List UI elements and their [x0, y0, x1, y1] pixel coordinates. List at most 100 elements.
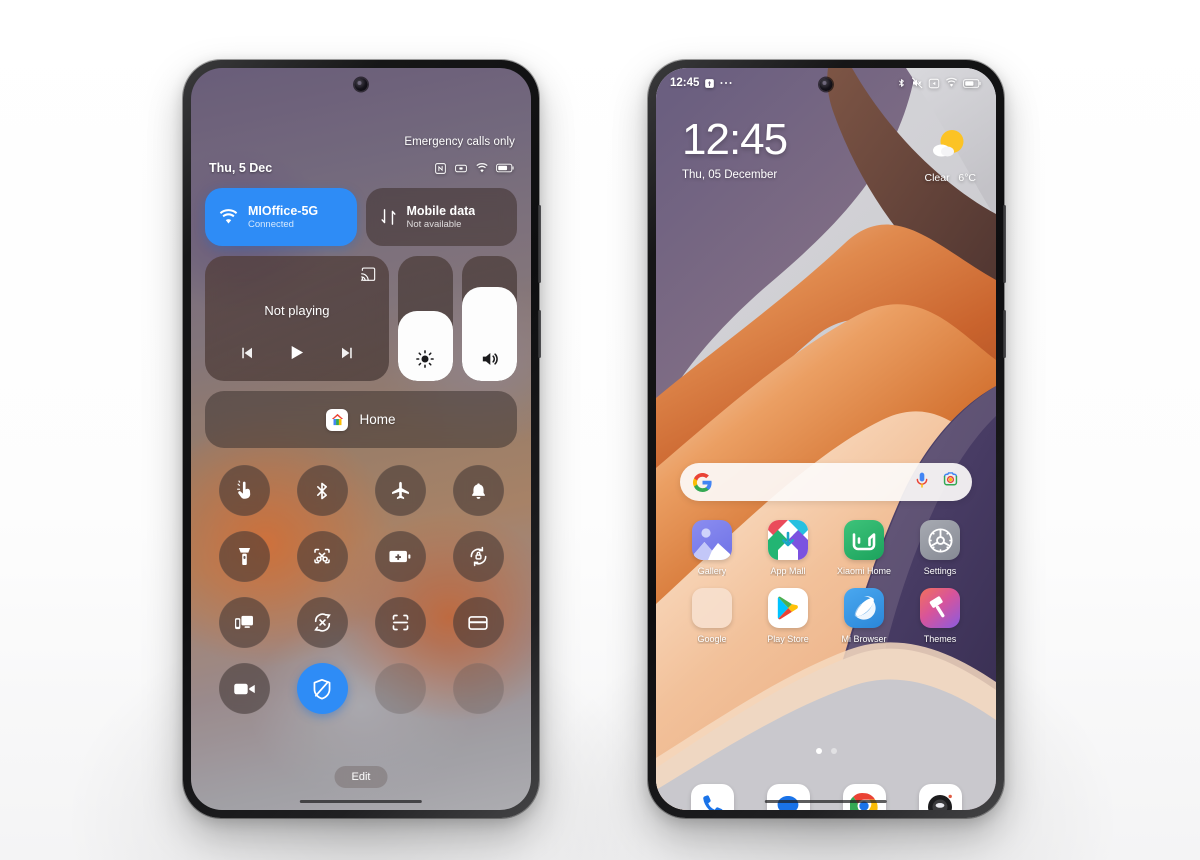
wifi-icon — [476, 162, 488, 172]
page-dot-1[interactable] — [815, 748, 822, 754]
control-center-content: Emergency calls only Thu, 5 Dec MIOffice… — [191, 68, 531, 810]
wallet-icon[interactable] — [452, 597, 504, 648]
app-item-mi-browser[interactable]: Mi Browser — [833, 588, 895, 644]
app-label: Mi Browser — [841, 634, 887, 644]
data-transfer-icon — [380, 209, 396, 225]
app-item-settings[interactable]: Settings — [909, 520, 971, 576]
vibrate-icon — [455, 164, 467, 172]
bell-icon[interactable] — [452, 465, 504, 516]
app-item-google-folder[interactable]: Google — [681, 588, 743, 644]
nfc-icon — [435, 162, 446, 174]
next-icon[interactable] — [339, 344, 357, 367]
cast-icon[interactable] — [360, 266, 377, 286]
more-icon — [720, 82, 732, 84]
auto-rotate-icon[interactable] — [452, 531, 504, 582]
wifi-icon — [219, 208, 238, 224]
power-button[interactable] — [1003, 310, 1006, 358]
brightness-slider[interactable] — [397, 256, 453, 381]
themes-icon — [920, 588, 960, 628]
search-actions — [915, 471, 959, 493]
mi-browser-icon — [844, 588, 884, 628]
dock: Phone Messages — [674, 784, 978, 810]
mobile-data-title: Mobile data — [406, 204, 476, 219]
control-center-screen[interactable]: Emergency calls only Thu, 5 Dec MIOffice… — [191, 68, 531, 810]
volume-slider[interactable] — [461, 256, 517, 381]
mobile-data-status: Not available — [406, 218, 462, 230]
app-label: Xiaomi Home — [836, 566, 892, 576]
camera-icon — [918, 784, 962, 810]
weather-temperature: 6°C — [958, 172, 976, 184]
cast-screen-icon[interactable] — [218, 597, 270, 648]
weather-condition: Clear — [924, 172, 950, 184]
app-label: Google — [697, 634, 727, 644]
scan-icon[interactable] — [374, 597, 426, 648]
status-bar-right — [897, 77, 982, 89]
volume-icon — [482, 353, 498, 365]
power-button[interactable] — [538, 310, 541, 358]
app-item-app-mall[interactable]: App Mall — [757, 520, 819, 576]
one-handed-icon[interactable] — [218, 465, 270, 516]
sync-icon[interactable] — [296, 597, 348, 648]
previous-icon[interactable] — [237, 344, 255, 367]
edit-button[interactable]: Edit — [334, 766, 388, 788]
airplane-icon[interactable] — [374, 465, 426, 516]
app-item-gallery[interactable]: Gallery — [681, 520, 743, 576]
clock-widget[interactable]: 12:45 Thu, 05 December — [682, 118, 788, 182]
app-item-themes[interactable]: Themes — [909, 588, 971, 644]
app-item-xiaomi-home[interactable]: Xiaomi Home — [833, 520, 895, 576]
front-camera-punch-hole — [354, 78, 368, 91]
media-player-card[interactable]: Not playing — [205, 256, 389, 381]
dock-item-messages[interactable]: Messages — [757, 784, 819, 810]
play-icon[interactable] — [286, 342, 307, 368]
quick-toggle-grid — [205, 465, 517, 714]
search-bar[interactable] — [680, 463, 972, 501]
security-icon[interactable] — [296, 663, 348, 714]
bluetooth-icon — [899, 79, 904, 87]
home-control-card[interactable]: Home — [205, 391, 517, 448]
status-bar-left: 12:45 — [670, 77, 732, 89]
flashlight-icon[interactable] — [218, 531, 270, 582]
wifi-status: Connected — [248, 218, 294, 230]
google-lens-icon[interactable] — [942, 471, 959, 493]
screenshot-stage: Emergency calls only Thu, 5 Dec MIOffice… — [0, 0, 1200, 860]
google-folder-icon — [692, 588, 732, 628]
brightness-icon — [416, 350, 435, 368]
play-store-icon — [768, 588, 808, 628]
home-control-label: Home — [359, 412, 396, 427]
gesture-navigation-bar[interactable] — [299, 799, 423, 803]
battery-saver-icon[interactable] — [374, 531, 426, 582]
gesture-navigation-bar[interactable] — [764, 799, 888, 803]
microphone-icon[interactable] — [915, 472, 929, 493]
status-time: 12:45 — [670, 77, 700, 89]
home-screen-content: 12:45 12:45 Thu, 05 December Clear 6°C G… — [656, 68, 996, 810]
control-center-status-row: Thu, 5 Dec — [209, 161, 515, 175]
screenshot-icon[interactable] — [296, 531, 348, 582]
clock-date: Thu, 05 December — [682, 169, 778, 181]
brightness-slider-fill — [397, 311, 453, 381]
alarm-icon — [928, 78, 940, 88]
google-home-icon — [326, 408, 349, 431]
page-dot-2[interactable] — [830, 748, 837, 754]
home-screen[interactable]: 12:45 12:45 Thu, 05 December Clear 6°C G… — [656, 68, 996, 810]
gallery-icon — [692, 520, 732, 560]
app-label: Themes — [923, 634, 957, 644]
wifi-icon — [946, 77, 957, 87]
dock-item-phone[interactable]: Phone — [681, 784, 743, 810]
app-label: Play Store — [767, 634, 809, 644]
google-g-icon — [693, 472, 712, 492]
weather-widget[interactable]: Clear 6°C — [925, 126, 976, 184]
wifi-tile[interactable]: MIOffice-5G Connected — [205, 188, 357, 246]
dock-item-chrome[interactable]: Chrome — [833, 784, 895, 810]
weather-text: Clear 6°C — [925, 172, 976, 184]
phone-device-control-center: Emergency calls only Thu, 5 Dec MIOffice… — [183, 60, 541, 818]
bluetooth-icon[interactable] — [296, 465, 348, 516]
volume-slider-fill — [461, 287, 517, 381]
screen-recorder-icon[interactable] — [218, 663, 270, 714]
app-mall-icon — [768, 520, 808, 560]
mobile-data-tile[interactable]: Mobile data Not available — [365, 188, 517, 246]
app-item-play-store[interactable]: Play Store — [757, 588, 819, 644]
dock-item-camera[interactable]: Camera — [909, 784, 971, 810]
volume-button[interactable] — [1003, 205, 1006, 283]
media-and-sliders-row: Not playing — [205, 256, 517, 381]
volume-button[interactable] — [538, 205, 541, 283]
